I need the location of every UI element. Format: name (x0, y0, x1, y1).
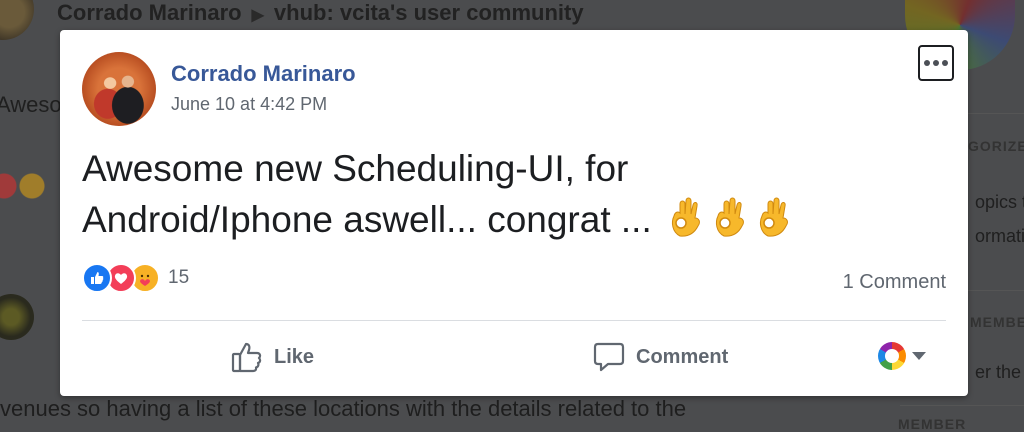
sidebar-text: ormatio (975, 226, 1024, 246)
ok-hand-emoji (754, 196, 794, 251)
background-snippet-bottom: venues so having a list of these locatio… (0, 396, 687, 421)
background-group: vhub: vcita's user community (273, 0, 584, 25)
caret-down-icon (912, 352, 926, 360)
post-timestamp[interactable]: June 10 at 4:42 PM (171, 94, 327, 115)
like-label: Like (274, 345, 315, 368)
reactions-summary[interactable]: 15 (82, 262, 189, 294)
comment-button[interactable]: Comment (592, 337, 728, 377)
ok-hand-emoji (666, 196, 706, 251)
post-text: Awesome new Scheduling-UI, for Android/I… (82, 143, 942, 251)
background-post-header: Corrado Marinaro ▶ vhub: vcita's user comm… (57, 0, 584, 26)
sidebar-divider (900, 405, 1024, 406)
ok-hand-emoji (710, 196, 750, 251)
background-reactions (0, 172, 52, 200)
post-author[interactable]: Corrado Marinaro (171, 61, 356, 87)
reaction-count: 15 (168, 267, 190, 288)
background-avatar (0, 0, 34, 40)
sidebar-text: opics to (975, 192, 1024, 212)
sidebar-heading: GORIZE (968, 138, 1024, 154)
thumbs-up-icon (231, 342, 262, 373)
author-avatar[interactable] (82, 52, 156, 126)
comment-count-link[interactable]: 1 Comment (843, 271, 946, 294)
comment-bubble-icon (593, 342, 625, 372)
like-button[interactable]: Like (230, 337, 314, 377)
actions-divider (82, 320, 946, 321)
audience-avatar-icon (878, 342, 906, 370)
more-options-button[interactable] (918, 45, 954, 81)
like-reaction-icon (82, 263, 112, 293)
arrow-icon: ▶ (251, 7, 264, 24)
background-author: Corrado Marinaro (57, 0, 242, 25)
post-text-line-2: Android/Iphone aswell... congrat ... (82, 194, 942, 251)
background-avatar-2 (0, 294, 34, 340)
more-options-icon (924, 60, 930, 66)
comment-label: Comment (636, 345, 729, 368)
post-card: Corrado Marinaro June 10 at 4:42 PM Awes… (60, 30, 968, 396)
audience-selector[interactable] (878, 342, 926, 370)
sidebar-heading: MEMBE (970, 314, 1024, 330)
post-text-line: Awesome new Scheduling-UI, for (82, 148, 629, 189)
sidebar-text: er the (975, 362, 1022, 382)
